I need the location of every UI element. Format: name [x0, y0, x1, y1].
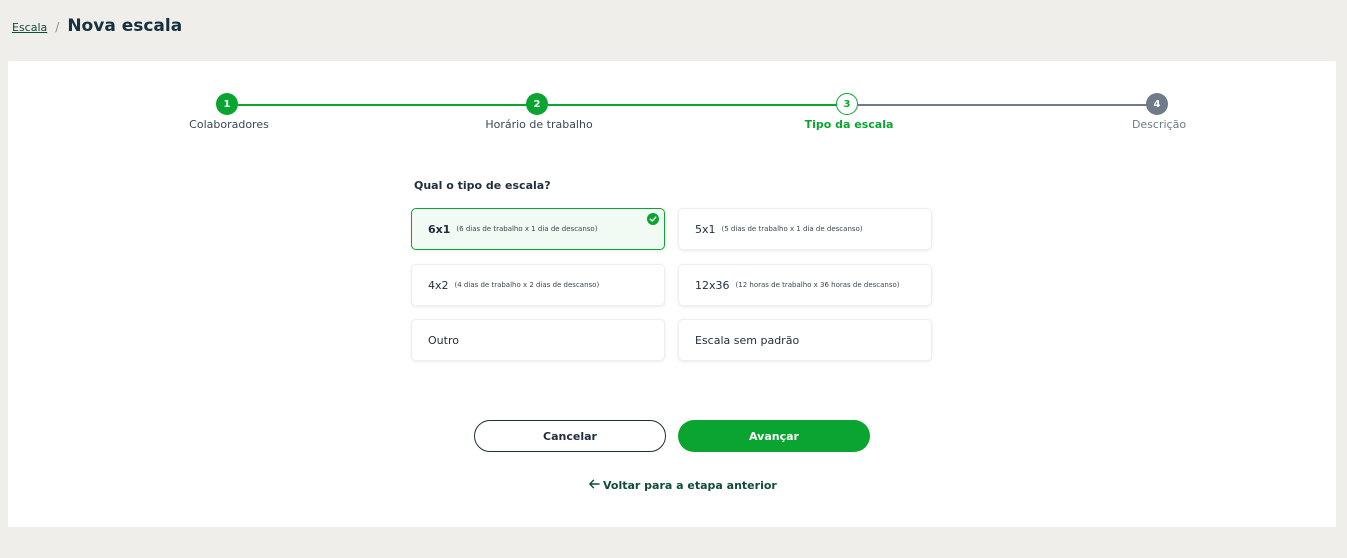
- step-4-label: Descrição: [1131, 118, 1187, 131]
- option-outro[interactable]: Outro: [411, 319, 665, 361]
- step-4-circle: 4: [1146, 93, 1168, 115]
- option-5x1[interactable]: 5x1 (5 dias de trabalho x 1 dia de desca…: [678, 208, 932, 250]
- step-2-label: Horário de trabalho: [485, 118, 593, 131]
- stepper-line-3: [858, 104, 1156, 106]
- back-link[interactable]: Voltar para a etapa anterior: [588, 479, 777, 492]
- breadcrumb: Escala / Nova escala: [12, 16, 182, 36]
- breadcrumb-separator: /: [55, 20, 60, 34]
- option-main-label: 12x36: [695, 278, 730, 292]
- main-card: 1 2 3 4 Colaboradores Horário de trabalh…: [8, 61, 1336, 527]
- option-escala-sem-padrao[interactable]: Escala sem padrão: [678, 319, 932, 361]
- option-main-label: Outro: [428, 333, 459, 347]
- option-description: (6 dias de trabalho x 1 dia de descanso): [456, 225, 598, 233]
- option-4x2[interactable]: 4x2 (4 dias de trabalho x 2 dias de desc…: [411, 264, 665, 306]
- step-2-circle: 2: [526, 93, 548, 115]
- next-button[interactable]: Avançar: [678, 420, 870, 452]
- option-description: (5 dias de trabalho x 1 dia de descanso): [721, 225, 863, 233]
- step-3-label: Tipo da escala: [804, 118, 894, 131]
- step-3-circle: 3: [836, 93, 858, 115]
- back-link-label: Voltar para a etapa anterior: [603, 479, 777, 492]
- option-description: (4 dias de trabalho x 2 dias de descanso…: [454, 281, 600, 289]
- stepper-line-1: [238, 104, 536, 106]
- cancel-button[interactable]: Cancelar: [474, 420, 666, 452]
- option-description: (12 horas de trabalho x 36 horas de desc…: [735, 281, 900, 289]
- option-6x1[interactable]: 6x1 (6 dias de trabalho x 1 dia de desca…: [411, 208, 665, 250]
- option-main-label: 5x1: [695, 222, 716, 236]
- check-circle-icon: [647, 213, 659, 225]
- option-main-label: 4x2: [428, 278, 449, 292]
- stepper: 1 2 3 4 Colaboradores Horário de trabalh…: [8, 61, 1336, 141]
- step-1-circle: 1: [216, 93, 238, 115]
- option-main-label: 6x1: [428, 222, 451, 236]
- stepper-line-2: [548, 104, 846, 106]
- option-12x36[interactable]: 12x36 (12 horas de trabalho x 36 horas d…: [678, 264, 932, 306]
- question-label: Qual o tipo de escala?: [414, 179, 551, 192]
- option-main-label: Escala sem padrão: [695, 333, 800, 347]
- page-title: Nova escala: [67, 16, 183, 36]
- step-1-label: Colaboradores: [189, 118, 269, 131]
- arrow-left-icon: [588, 479, 600, 492]
- breadcrumb-link-escala[interactable]: Escala: [12, 21, 47, 34]
